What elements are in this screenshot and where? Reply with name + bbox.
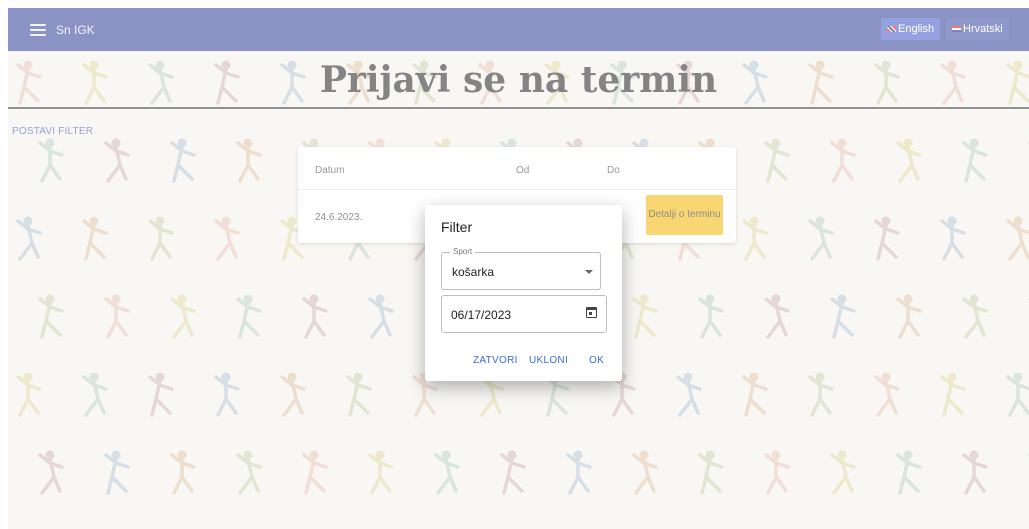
date-input[interactable]: 06/17/2023	[441, 295, 607, 333]
close-button[interactable]: ZATVORI	[473, 355, 518, 366]
calendar-icon[interactable]	[586, 307, 597, 318]
remove-filter-button[interactable]: UKLONI	[529, 355, 568, 366]
sport-label: Sport	[450, 247, 476, 256]
filter-dialog: Filter Sport košarka 06/17/2023 ZATVORI …	[425, 205, 622, 381]
ok-button[interactable]: OK	[589, 355, 604, 366]
sport-selected-value: košarka	[452, 265, 495, 279]
date-value: 06/17/2023	[451, 308, 512, 322]
dropdown-arrow-icon	[585, 270, 593, 274]
dialog-title: Filter	[441, 219, 473, 235]
app-window: Sn IGK English Hrvatski Prijavi se na te…	[8, 8, 1029, 529]
sport-select[interactable]: Sport košarka	[441, 247, 601, 290]
